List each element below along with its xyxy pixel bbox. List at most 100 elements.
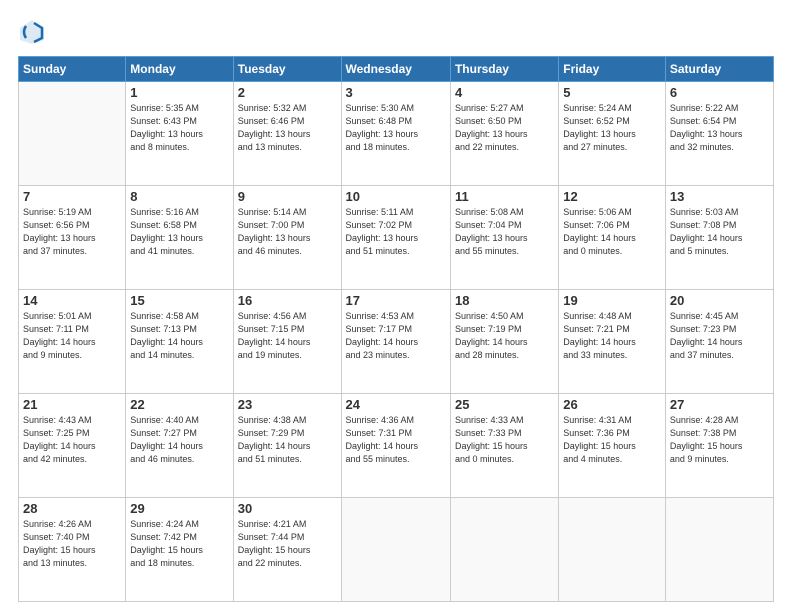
- day-number: 18: [455, 293, 554, 308]
- calendar-cell: [19, 82, 126, 186]
- calendar-cell: 3 Sunrise: 5:30 AM Sunset: 6:48 PM Daylig…: [341, 82, 450, 186]
- calendar-cell: 7 Sunrise: 5:19 AM Sunset: 6:56 PM Daylig…: [19, 186, 126, 290]
- calendar-cell: 28 Sunrise: 4:26 AM Sunset: 7:40 PM Dayli…: [19, 498, 126, 602]
- calendar-cell: 19Sunrise: 4:48 AM Sunset: 7:21 PM Dayli…: [559, 290, 666, 394]
- weekday-friday: Friday: [559, 57, 666, 82]
- day-info: Sunrise: 5:35 AM Sunset: 6:43 PM Dayligh…: [130, 102, 228, 154]
- day-number: 28: [23, 501, 121, 516]
- weekday-wednesday: Wednesday: [341, 57, 450, 82]
- calendar-cell: 15 Sunrise: 4:58 AM Sunset: 7:13 PM Dayli…: [126, 290, 233, 394]
- day-info: Sunrise: 4:48 AM Sunset: 7:21 PM Dayligh…: [563, 310, 661, 362]
- day-number: 10: [346, 189, 446, 204]
- calendar-week-5: 28 Sunrise: 4:26 AM Sunset: 7:40 PM Dayli…: [19, 498, 774, 602]
- calendar-week-1: 1 Sunrise: 5:35 AM Sunset: 6:43 PM Daylig…: [19, 82, 774, 186]
- day-info: Sunrise: 4:38 AM Sunset: 7:29 PM Dayligh…: [238, 414, 337, 466]
- day-info: Sunrise: 5:16 AM Sunset: 6:58 PM Dayligh…: [130, 206, 228, 258]
- day-number: 2: [238, 85, 337, 100]
- calendar-cell: 4 Sunrise: 5:27 AM Sunset: 6:50 PM Daylig…: [450, 82, 558, 186]
- calendar-cell: 16Sunrise: 4:56 AM Sunset: 7:15 PM Dayli…: [233, 290, 341, 394]
- day-number: 21: [23, 397, 121, 412]
- calendar-cell: 10 Sunrise: 5:11 AM Sunset: 7:02 PM Dayli…: [341, 186, 450, 290]
- day-number: 15: [130, 293, 228, 308]
- day-number: 9: [238, 189, 337, 204]
- calendar-header: SundayMondayTuesdayWednesdayThursdayFrid…: [19, 57, 774, 82]
- day-info: Sunrise: 5:11 AM Sunset: 7:02 PM Dayligh…: [346, 206, 446, 258]
- day-info: Sunrise: 4:58 AM Sunset: 7:13 PM Dayligh…: [130, 310, 228, 362]
- calendar-cell: 2Sunrise: 5:32 AM Sunset: 6:46 PM Daylig…: [233, 82, 341, 186]
- day-info: Sunrise: 4:50 AM Sunset: 7:19 PM Dayligh…: [455, 310, 554, 362]
- weekday-saturday: Saturday: [665, 57, 773, 82]
- day-number: 4: [455, 85, 554, 100]
- day-number: 5: [563, 85, 661, 100]
- day-number: 30: [238, 501, 337, 516]
- weekday-header-row: SundayMondayTuesdayWednesdayThursdayFrid…: [19, 57, 774, 82]
- day-number: 11: [455, 189, 554, 204]
- calendar-cell: 13 Sunrise: 5:03 AM Sunset: 7:08 PM Dayli…: [665, 186, 773, 290]
- weekday-sunday: Sunday: [19, 57, 126, 82]
- day-number: 17: [346, 293, 446, 308]
- day-info: Sunrise: 5:03 AM Sunset: 7:08 PM Dayligh…: [670, 206, 769, 258]
- day-info: Sunrise: 4:28 AM Sunset: 7:38 PM Dayligh…: [670, 414, 769, 466]
- weekday-tuesday: Tuesday: [233, 57, 341, 82]
- day-number: 23: [238, 397, 337, 412]
- day-info: Sunrise: 5:01 AM Sunset: 7:11 PM Dayligh…: [23, 310, 121, 362]
- calendar-cell: 22 Sunrise: 4:40 AM Sunset: 7:27 PM Dayli…: [126, 394, 233, 498]
- day-info: Sunrise: 4:24 AM Sunset: 7:42 PM Dayligh…: [130, 518, 228, 570]
- day-info: Sunrise: 4:45 AM Sunset: 7:23 PM Dayligh…: [670, 310, 769, 362]
- day-info: Sunrise: 5:06 AM Sunset: 7:06 PM Dayligh…: [563, 206, 661, 258]
- day-info: Sunrise: 5:08 AM Sunset: 7:04 PM Dayligh…: [455, 206, 554, 258]
- day-number: 1: [130, 85, 228, 100]
- calendar-cell: [341, 498, 450, 602]
- day-number: 29: [130, 501, 228, 516]
- calendar-cell: 24 Sunrise: 4:36 AM Sunset: 7:31 PM Dayli…: [341, 394, 450, 498]
- day-info: Sunrise: 5:27 AM Sunset: 6:50 PM Dayligh…: [455, 102, 554, 154]
- day-number: 3: [346, 85, 446, 100]
- calendar-cell: 18 Sunrise: 4:50 AM Sunset: 7:19 PM Dayli…: [450, 290, 558, 394]
- calendar-cell: 1 Sunrise: 5:35 AM Sunset: 6:43 PM Daylig…: [126, 82, 233, 186]
- calendar-cell: 27 Sunrise: 4:28 AM Sunset: 7:38 PM Dayli…: [665, 394, 773, 498]
- day-number: 25: [455, 397, 554, 412]
- day-number: 24: [346, 397, 446, 412]
- day-info: Sunrise: 5:14 AM Sunset: 7:00 PM Dayligh…: [238, 206, 337, 258]
- calendar-cell: 21 Sunrise: 4:43 AM Sunset: 7:25 PM Dayli…: [19, 394, 126, 498]
- day-info: Sunrise: 4:40 AM Sunset: 7:27 PM Dayligh…: [130, 414, 228, 466]
- day-info: Sunrise: 5:19 AM Sunset: 6:56 PM Dayligh…: [23, 206, 121, 258]
- calendar-cell: 17 Sunrise: 4:53 AM Sunset: 7:17 PM Dayli…: [341, 290, 450, 394]
- calendar-body: 1 Sunrise: 5:35 AM Sunset: 6:43 PM Daylig…: [19, 82, 774, 602]
- calendar-cell: 8Sunrise: 5:16 AM Sunset: 6:58 PM Daylig…: [126, 186, 233, 290]
- day-info: Sunrise: 4:33 AM Sunset: 7:33 PM Dayligh…: [455, 414, 554, 466]
- day-info: Sunrise: 5:24 AM Sunset: 6:52 PM Dayligh…: [563, 102, 661, 154]
- day-info: Sunrise: 5:30 AM Sunset: 6:48 PM Dayligh…: [346, 102, 446, 154]
- day-number: 26: [563, 397, 661, 412]
- logo-icon: [18, 18, 46, 46]
- day-number: 27: [670, 397, 769, 412]
- day-number: 12: [563, 189, 661, 204]
- calendar-cell: 20 Sunrise: 4:45 AM Sunset: 7:23 PM Dayli…: [665, 290, 773, 394]
- day-number: 6: [670, 85, 769, 100]
- calendar-cell: [665, 498, 773, 602]
- day-info: Sunrise: 4:26 AM Sunset: 7:40 PM Dayligh…: [23, 518, 121, 570]
- calendar-cell: [450, 498, 558, 602]
- day-info: Sunrise: 4:36 AM Sunset: 7:31 PM Dayligh…: [346, 414, 446, 466]
- calendar-cell: 5 Sunrise: 5:24 AM Sunset: 6:52 PM Daylig…: [559, 82, 666, 186]
- calendar-cell: 12 Sunrise: 5:06 AM Sunset: 7:06 PM Dayli…: [559, 186, 666, 290]
- calendar-week-4: 21 Sunrise: 4:43 AM Sunset: 7:25 PM Dayli…: [19, 394, 774, 498]
- day-info: Sunrise: 4:31 AM Sunset: 7:36 PM Dayligh…: [563, 414, 661, 466]
- day-info: Sunrise: 4:43 AM Sunset: 7:25 PM Dayligh…: [23, 414, 121, 466]
- calendar-week-3: 14 Sunrise: 5:01 AM Sunset: 7:11 PM Dayli…: [19, 290, 774, 394]
- calendar-cell: [559, 498, 666, 602]
- day-info: Sunrise: 4:56 AM Sunset: 7:15 PM Dayligh…: [238, 310, 337, 362]
- day-number: 13: [670, 189, 769, 204]
- page: SundayMondayTuesdayWednesdayThursdayFrid…: [0, 0, 792, 612]
- calendar-cell: 25 Sunrise: 4:33 AM Sunset: 7:33 PM Dayli…: [450, 394, 558, 498]
- day-number: 14: [23, 293, 121, 308]
- day-number: 7: [23, 189, 121, 204]
- day-number: 20: [670, 293, 769, 308]
- calendar-cell: 29 Sunrise: 4:24 AM Sunset: 7:42 PM Dayli…: [126, 498, 233, 602]
- header: [18, 18, 774, 46]
- logo: [18, 18, 50, 46]
- calendar-cell: 14 Sunrise: 5:01 AM Sunset: 7:11 PM Dayli…: [19, 290, 126, 394]
- weekday-thursday: Thursday: [450, 57, 558, 82]
- day-info: Sunrise: 4:53 AM Sunset: 7:17 PM Dayligh…: [346, 310, 446, 362]
- day-number: 22: [130, 397, 228, 412]
